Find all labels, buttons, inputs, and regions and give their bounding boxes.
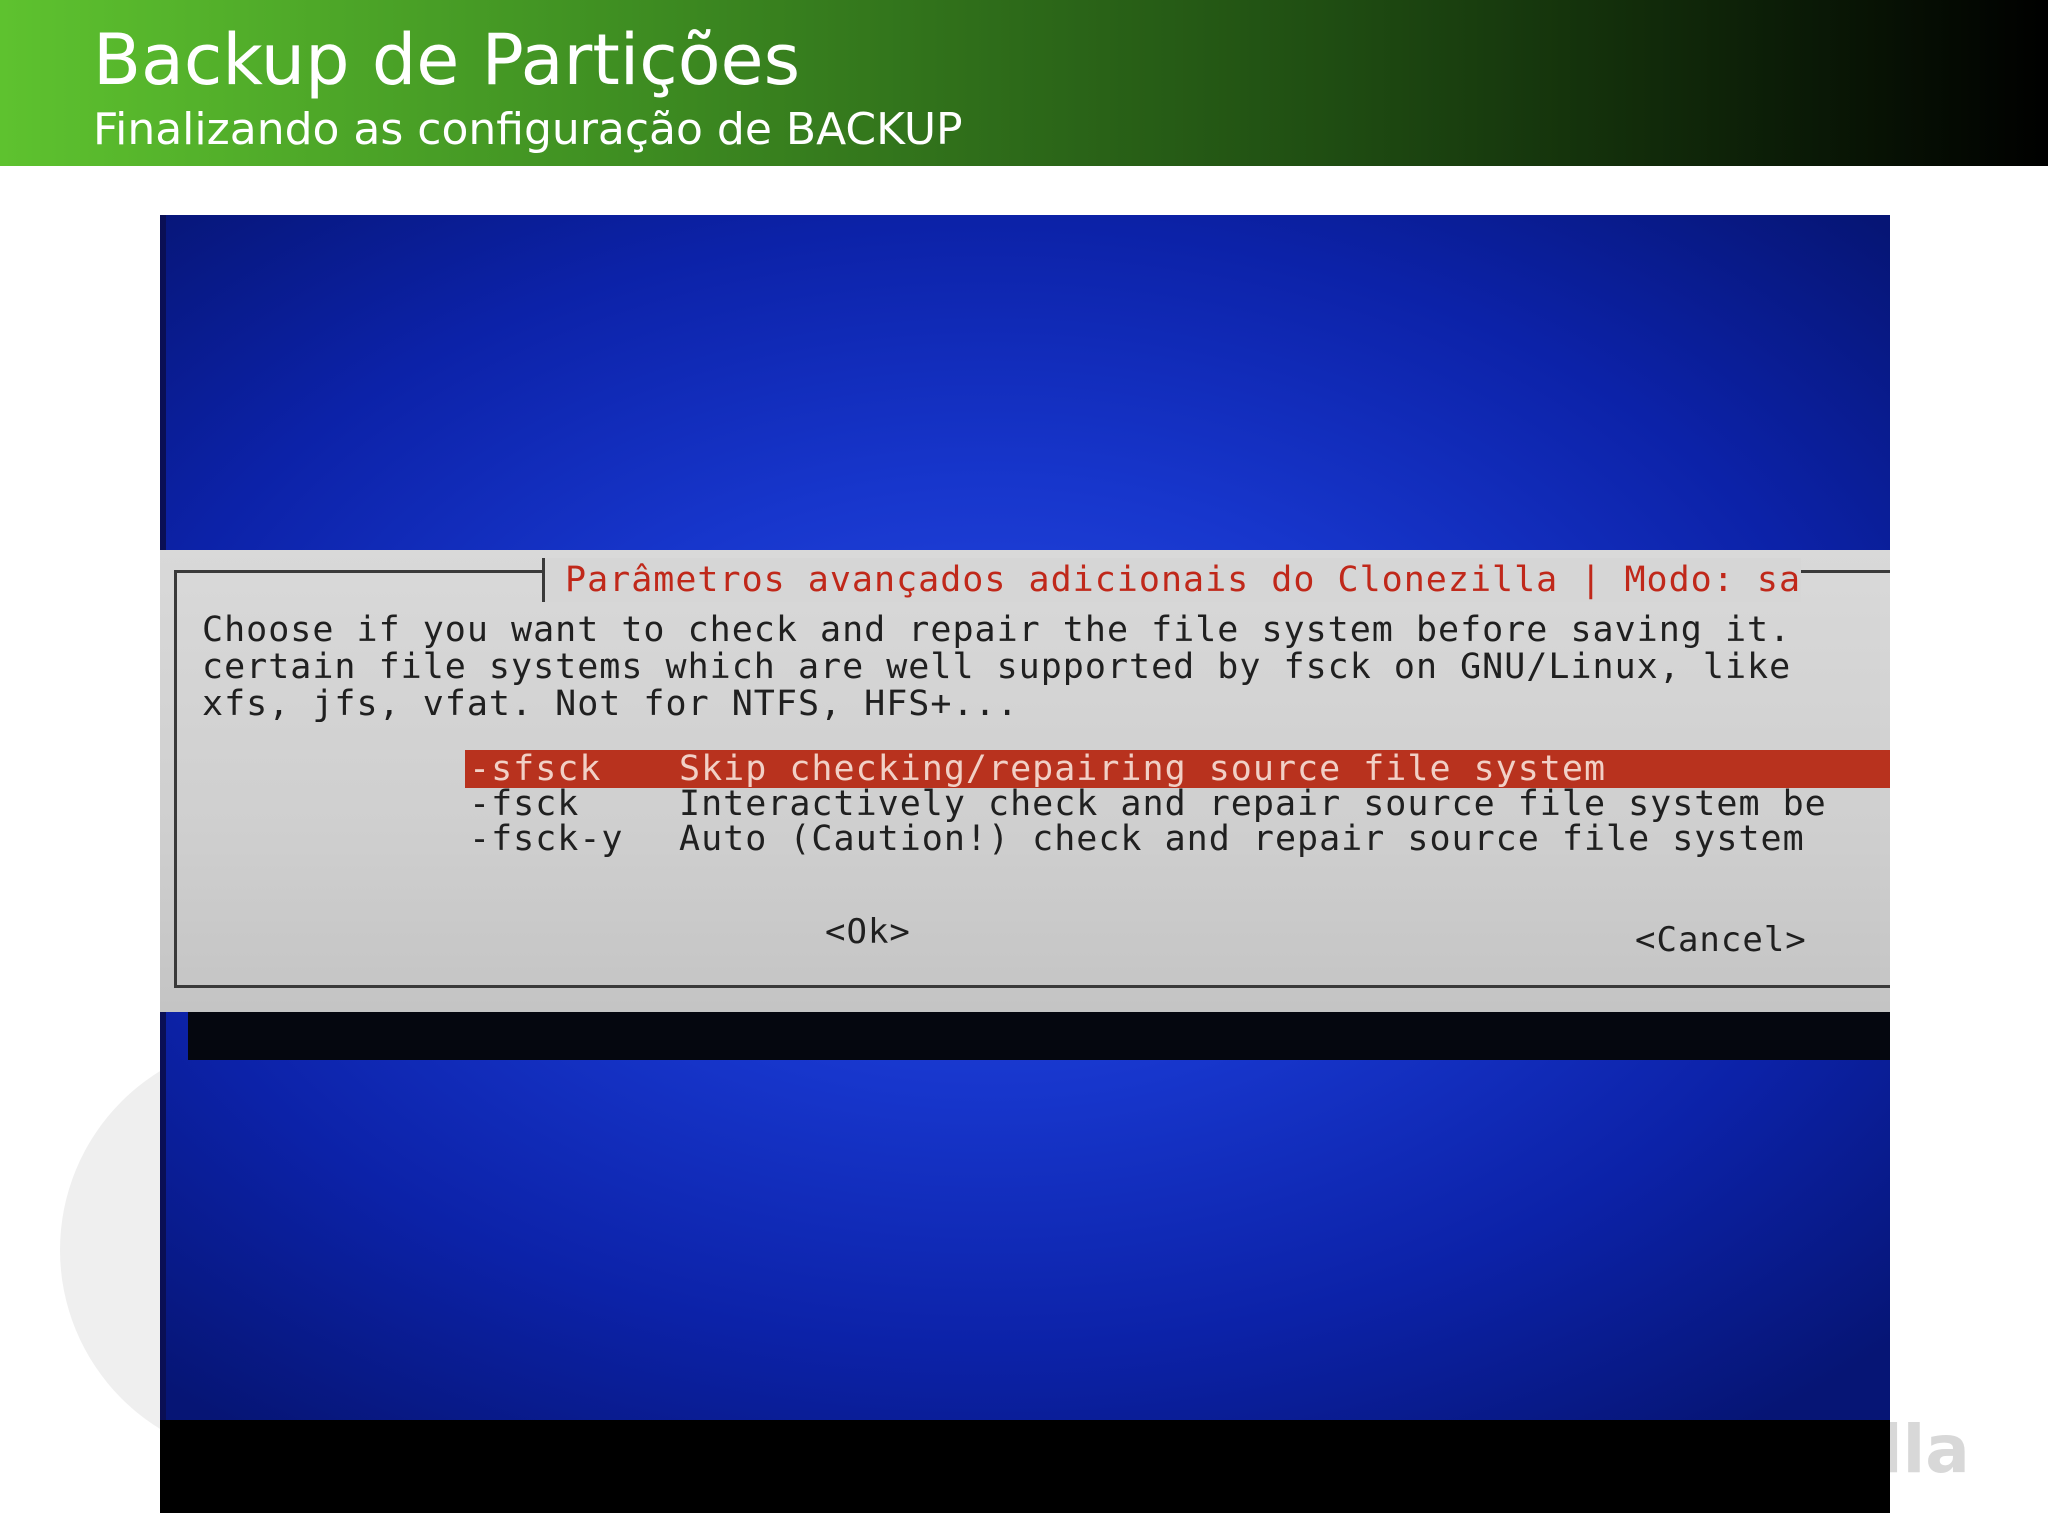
monitor-bezel (160, 1420, 1890, 1513)
screen-photo: Parâmetros avançados adicionais do Clone… (160, 215, 1890, 1513)
dialog-description-line: Choose if you want to check and repair t… (202, 610, 1792, 650)
slide-title: Backup de Partições (93, 19, 801, 101)
menu-option-tag: -fsck-y (469, 819, 624, 859)
dialog-description-line: certain file systems which are well supp… (202, 647, 1792, 687)
slide-subtitle: Finalizando as configuração de BACKUP (93, 104, 963, 155)
menu-option-tag: -fsck (469, 784, 580, 824)
menu-option-label: Skip checking/repairing source file syst… (679, 749, 1607, 789)
slide-header: Backup de Partições Finalizando as confi… (0, 0, 2048, 166)
menu-option-fsck[interactable]: -fsck Interactively check and repair sou… (465, 785, 1890, 823)
menu-option-sfsck[interactable]: -sfsck Skip checking/repairing source fi… (465, 750, 1890, 788)
menu-option-fsck-y[interactable]: -fsck-y Auto (Caution!) check and repair… (465, 820, 1890, 858)
dialog-description-line: xfs, jfs, vfat. Not for NTFS, HFS+... (202, 684, 1019, 724)
menu-option-label: Auto (Caution!) check and repair source … (679, 819, 1805, 859)
cancel-button[interactable]: <Cancel> (1635, 920, 1807, 960)
menu-option-label: Interactively check and repair source fi… (679, 784, 1827, 824)
watermark-logo-text: lla (1880, 1411, 1970, 1488)
dialog-title: Parâmetros avançados adicionais do Clone… (542, 558, 1802, 602)
menu-option-tag: -sfsck (469, 749, 602, 789)
clonezilla-dialog: Parâmetros avançados adicionais do Clone… (160, 550, 1890, 1012)
dialog-shadow (188, 1010, 1890, 1060)
ok-button[interactable]: <Ok> (825, 912, 911, 952)
